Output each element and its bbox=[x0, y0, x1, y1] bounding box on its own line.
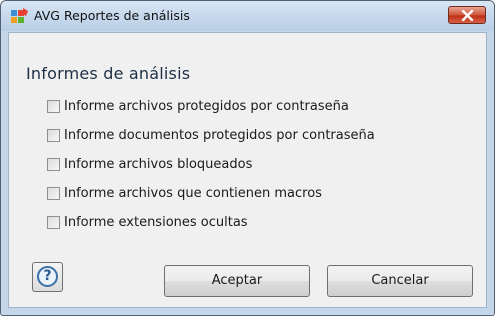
option-label[interactable]: Informe archivos que contienen macros bbox=[64, 186, 322, 201]
help-icon: ? bbox=[37, 266, 58, 287]
close-icon bbox=[461, 10, 474, 21]
checkbox[interactable] bbox=[47, 158, 60, 171]
close-button[interactable] bbox=[448, 6, 486, 24]
accept-button[interactable]: Aceptar bbox=[164, 265, 310, 297]
help-button[interactable]: ? bbox=[32, 262, 63, 292]
avg-logo-icon bbox=[11, 8, 28, 24]
section-heading: Informes de análisis bbox=[26, 64, 191, 83]
window-title: AVG Reportes de análisis bbox=[34, 8, 190, 23]
checkbox[interactable] bbox=[47, 216, 60, 229]
option-label[interactable]: Informe documentos protegidos por contra… bbox=[64, 128, 375, 143]
title-bar[interactable]: AVG Reportes de análisis bbox=[1, 1, 494, 31]
option-label[interactable]: Informe extensiones ocultas bbox=[64, 215, 248, 230]
checkbox[interactable] bbox=[47, 187, 60, 200]
checkbox[interactable] bbox=[47, 100, 60, 113]
checkbox[interactable] bbox=[47, 129, 60, 142]
cancel-button[interactable]: Cancelar bbox=[327, 265, 473, 297]
option-label[interactable]: Informe archivos protegidos por contrase… bbox=[64, 99, 349, 114]
option-label[interactable]: Informe archivos bloqueados bbox=[64, 157, 252, 172]
